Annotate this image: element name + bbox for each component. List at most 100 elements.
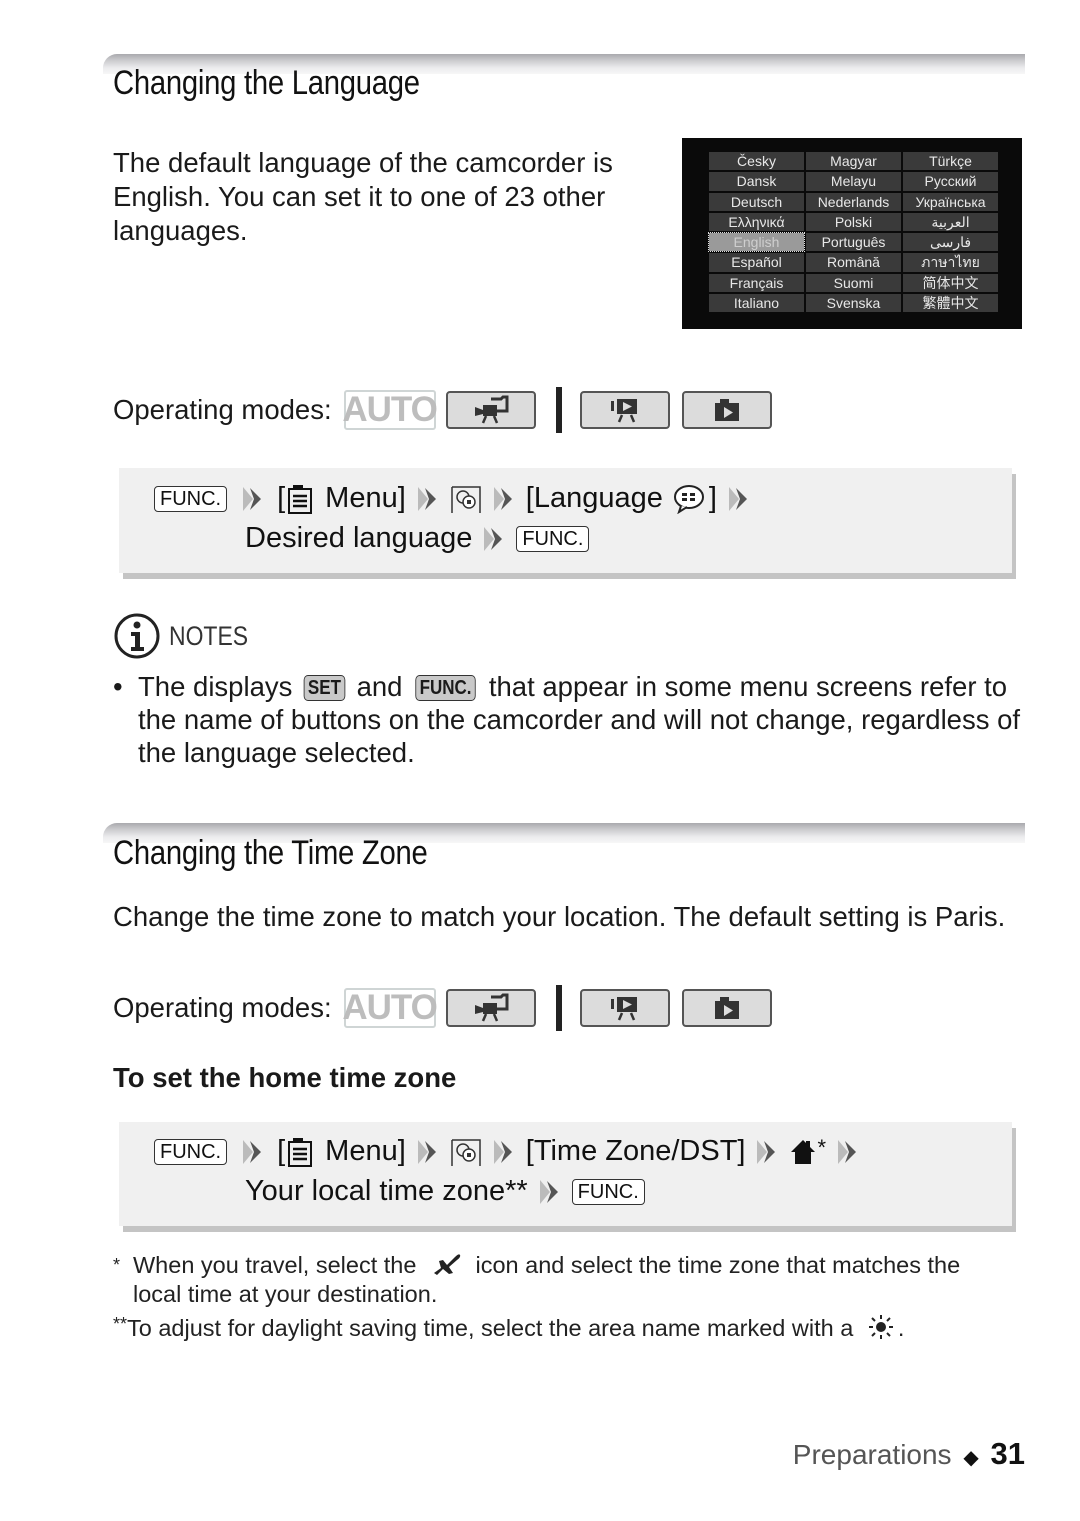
- local-time-zone-label: Your local time zone**: [245, 1175, 528, 1207]
- step-arrow-icon: [417, 486, 436, 511]
- mode-movie-playback: [579, 989, 670, 1027]
- movie-playback-icon: [610, 399, 637, 423]
- time-zone-procedure-box: FUNC. [ Menu] [Time Zone/DST] * Your loc…: [119, 1122, 1012, 1226]
- language-option: Українська: [903, 192, 998, 211]
- notes-label: NOTES: [169, 620, 249, 651]
- mode-movie-playback: [579, 391, 670, 429]
- diamond-icon: ◆: [963, 1447, 979, 1469]
- language-option: Nederlands: [806, 192, 901, 211]
- language-procedure-line-1: FUNC. [ Menu] [Language ]: [154, 482, 761, 515]
- func-key: FUNC.: [516, 525, 590, 552]
- footnote-mark: *: [113, 1255, 121, 1275]
- step-arrow-icon: [757, 1139, 776, 1164]
- step-arrow-icon: [728, 486, 747, 511]
- language-option: English: [708, 232, 805, 253]
- operating-modes-label: Operating modes:: [113, 992, 332, 1023]
- footer-section-label: Preparations: [792, 1439, 952, 1470]
- bracket: ]: [708, 482, 717, 514]
- settings-tab-icon: [451, 485, 481, 513]
- menu-label: Menu]: [325, 482, 406, 514]
- language-menu-screenshot: Česky Magyar Türkçe Dansk Melayu Русский Deuts…: [682, 138, 1022, 329]
- operating-modes-time-zone: Operating modes: AUTO: [113, 985, 784, 1031]
- photo-playback-icon: [714, 399, 739, 421]
- footnote-text: When you travel, select the: [133, 1252, 417, 1278]
- bullet: •: [113, 671, 123, 702]
- menu-icon: [288, 1137, 313, 1167]
- section-title-time-zone: Changing the Time Zone: [113, 834, 428, 872]
- camcorder-record-icon: [474, 993, 509, 1022]
- step-arrow-icon: [539, 1179, 558, 1204]
- time-zone-procedure-line-1: FUNC. [ Menu] [Time Zone/DST] *: [154, 1135, 870, 1168]
- language-option: Deutsch: [709, 192, 804, 211]
- language-option: Português: [806, 233, 901, 252]
- language-option: Español: [709, 253, 804, 272]
- mode-divider: [555, 985, 562, 1031]
- home-time-zone-subheading: To set the home time zone: [113, 1062, 457, 1093]
- settings-tab-icon: [451, 1138, 481, 1166]
- step-arrow-icon: [493, 1139, 512, 1164]
- language-option: Türkçe: [903, 152, 998, 171]
- language-grid: Česky Magyar Türkçe Dansk Melayu Русский Deuts…: [708, 152, 998, 313]
- footnote-travel: * When you travel, select the icon and s…: [113, 1251, 1013, 1309]
- language-procedure-box: FUNC. [ Menu] [Language ] Desired langua…: [119, 468, 1012, 573]
- bracket: [: [277, 482, 286, 514]
- notes-heading: NOTES: [113, 612, 262, 660]
- language-intro: The default language of the camcorder is…: [113, 147, 613, 246]
- language-option: ภาษาไทย: [903, 253, 998, 272]
- movie-playback-icon: [610, 997, 637, 1021]
- mode-camera-record: [445, 391, 536, 429]
- language-option: Français: [709, 273, 804, 293]
- language-option: Ελληνικά: [709, 212, 804, 232]
- time-zone-procedure-line-2: Your local time zone** FUNC.: [245, 1175, 649, 1208]
- page-footer: Preparations ◆ 31: [793, 1436, 1025, 1472]
- step-arrow-icon: [243, 486, 262, 511]
- step-arrow-icon: [484, 526, 503, 551]
- language-option: Magyar: [806, 152, 901, 171]
- step-arrow-icon: [493, 486, 512, 511]
- language-option: Česky: [709, 152, 804, 171]
- language-option: Polski: [806, 212, 901, 232]
- func-key: FUNC.: [571, 1178, 645, 1205]
- language-option: فارسی: [903, 233, 998, 252]
- mode-photo-playback: [681, 391, 772, 429]
- set-key-badge: SET: [303, 675, 346, 701]
- mode-auto-badge: AUTO: [342, 390, 438, 430]
- language-label: [Language: [525, 482, 663, 514]
- bracket: [: [277, 1135, 286, 1167]
- step-arrow-icon: [838, 1139, 857, 1164]
- camcorder-record-icon: [474, 395, 509, 424]
- home-icon: [791, 1139, 816, 1164]
- page-number: 31: [990, 1436, 1025, 1471]
- notes-text: The displays: [138, 671, 293, 702]
- time-zone-dst-label: [Time Zone/DST]: [525, 1135, 746, 1167]
- footnote-end: .: [897, 1315, 905, 1341]
- language-option: Suomi: [806, 273, 901, 293]
- notes-text: and: [356, 671, 403, 702]
- language-speech-icon: [673, 484, 704, 514]
- asterisk: *: [817, 1135, 827, 1160]
- mode-camera-record: [445, 989, 536, 1027]
- mode-photo-playback: [681, 989, 772, 1027]
- mode-divider: [555, 387, 562, 433]
- menu-icon: [288, 484, 313, 514]
- step-arrow-icon: [417, 1139, 436, 1164]
- func-key: FUNC.: [154, 1138, 228, 1165]
- language-option: Русский: [903, 172, 998, 191]
- footnote-mark: **: [113, 1314, 128, 1334]
- language-procedure-line-2: Desired language FUNC.: [245, 522, 593, 555]
- time-zone-intro: Change the time zone to match your locat…: [113, 901, 1006, 932]
- mode-auto-badge: AUTO: [342, 988, 438, 1028]
- notes-bullet-item: • The displays SET and FUNC. that appear…: [113, 670, 1025, 769]
- language-option: 简体中文: [903, 273, 998, 293]
- operating-modes-label: Operating modes:: [113, 394, 332, 425]
- language-option: 繁體中文: [903, 294, 998, 313]
- desired-language-label: Desired language: [245, 522, 473, 554]
- footnote-text: To adjust for daylight saving time, sele…: [127, 1315, 854, 1341]
- airplane-icon: [433, 1254, 461, 1275]
- language-option: Italiano: [709, 294, 804, 313]
- language-option: Svenska: [806, 294, 901, 313]
- info-icon: [114, 613, 160, 659]
- func-key-badge: FUNC.: [415, 675, 476, 701]
- language-option: العربية: [903, 212, 998, 232]
- func-key: FUNC.: [154, 485, 228, 512]
